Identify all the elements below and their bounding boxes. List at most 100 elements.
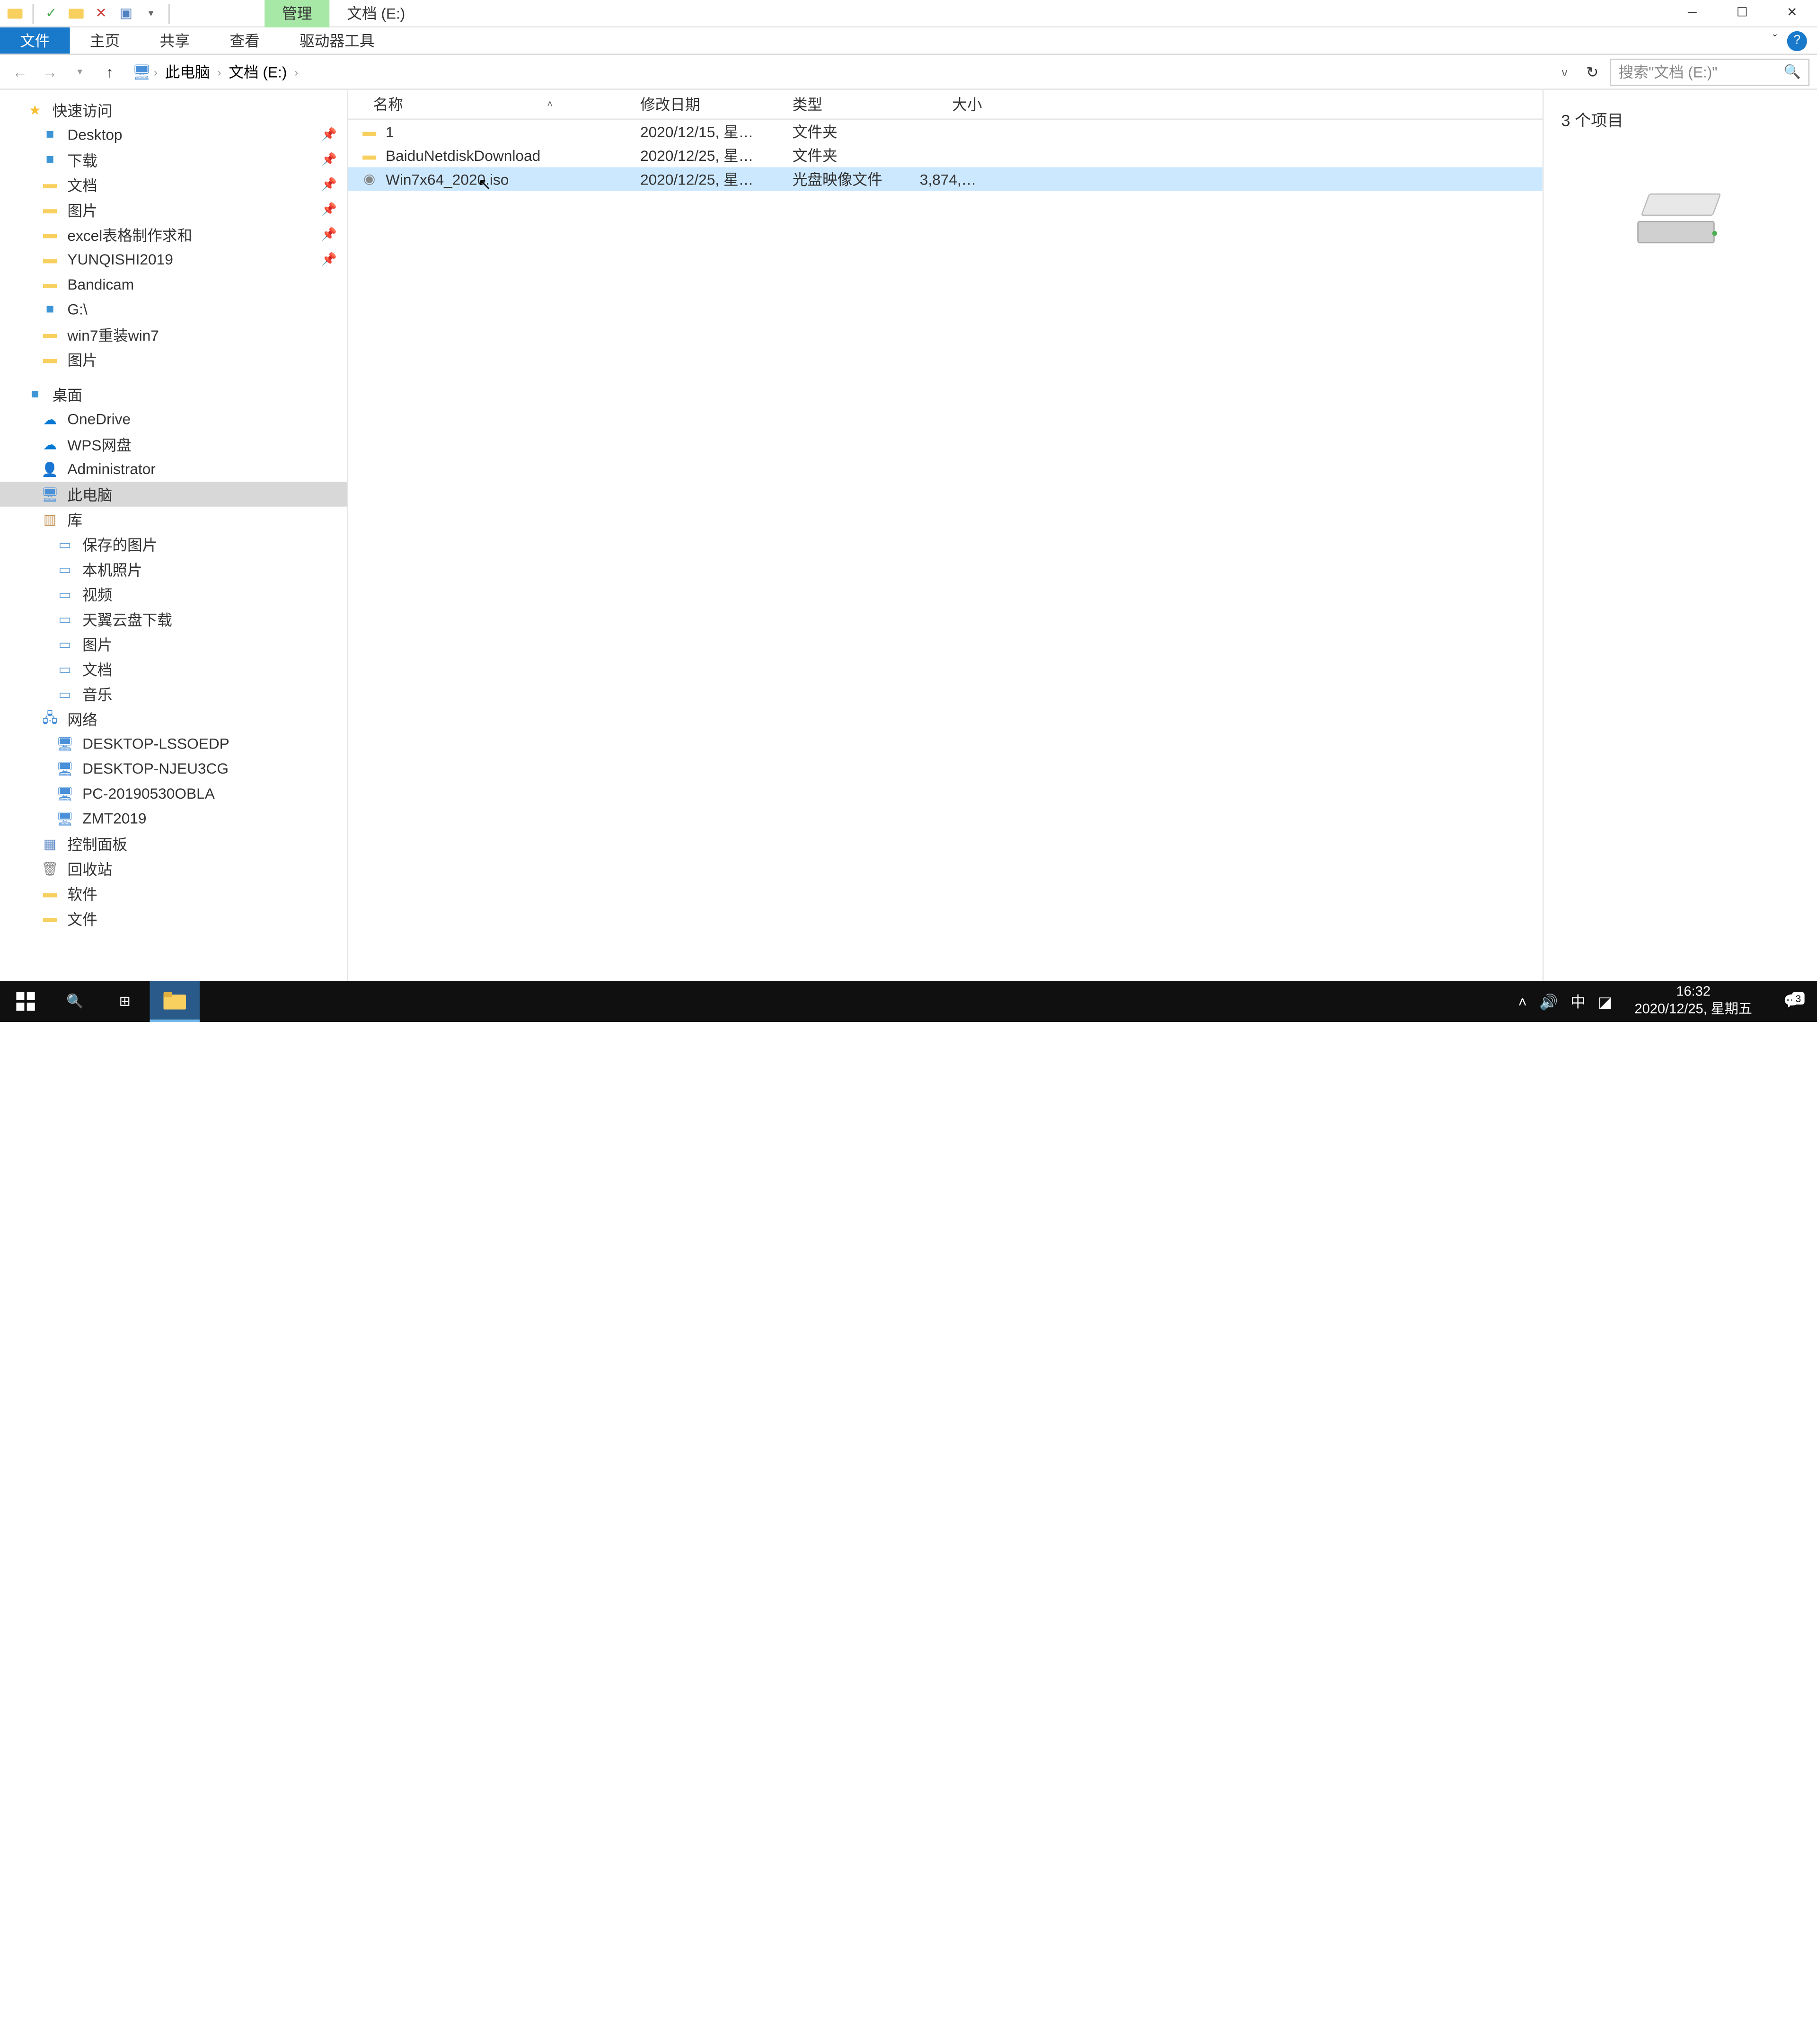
nav-desktop[interactable]: ■桌面 bbox=[0, 382, 347, 407]
delete-icon[interactable]: ✕ bbox=[91, 3, 111, 23]
nav-wps[interactable]: ☁WPS网盘 bbox=[0, 432, 347, 457]
search-icon[interactable]: 🔍 bbox=[1784, 64, 1801, 80]
pin-icon: 📌 bbox=[321, 128, 337, 141]
file-row[interactable]: ▬BaiduNetdiskDownload2020/12/25, 星期五 1..… bbox=[348, 143, 1543, 167]
contextual-tab-manage[interactable]: 管理 bbox=[265, 0, 329, 27]
pin-icon: 📌 bbox=[321, 153, 337, 167]
preview-item-count: 3 个项目 bbox=[1561, 107, 1623, 131]
nav-libraries[interactable]: ▥库 bbox=[0, 507, 347, 532]
file-row[interactable]: ▬12020/12/15, 星期二 1...文件夹 bbox=[348, 120, 1543, 143]
crumb-chevron-icon[interactable]: › bbox=[218, 65, 221, 78]
library-item-icon: ▭ bbox=[55, 535, 75, 553]
sidebar-item[interactable]: ▭保存的图片 bbox=[0, 532, 347, 557]
pin-icon: 📌 bbox=[321, 178, 337, 192]
column-size[interactable]: 大小 bbox=[907, 94, 995, 115]
task-view-button[interactable]: ⊞ bbox=[100, 981, 150, 1022]
sidebar-item[interactable]: ▭图片 bbox=[0, 632, 347, 657]
close-button[interactable]: ✕ bbox=[1767, 0, 1817, 27]
new-folder-icon[interactable] bbox=[66, 3, 86, 23]
column-name[interactable]: 名称˄ bbox=[348, 94, 628, 115]
ribbon-tabs: 文件 主页 共享 查看 驱动器工具 ˇ ? bbox=[0, 27, 1817, 55]
column-date[interactable]: 修改日期 bbox=[628, 94, 780, 115]
app-icon[interactable] bbox=[5, 3, 25, 23]
sidebar-item[interactable]: ▭文档 bbox=[0, 656, 347, 681]
sidebar-item[interactable]: ▭视频 bbox=[0, 581, 347, 607]
sidebar-item[interactable]: ▬图片 bbox=[0, 347, 347, 372]
sidebar-item[interactable]: ▭天翼云盘下载 bbox=[0, 607, 347, 632]
nav-label: 下载 bbox=[67, 149, 97, 170]
rename-icon[interactable]: ▣ bbox=[116, 3, 136, 23]
address-dropdown-icon[interactable]: v bbox=[1554, 65, 1575, 78]
file-date: 2020/12/25, 星期五 1... bbox=[628, 168, 780, 190]
nav-network[interactable]: 🖧网络 bbox=[0, 706, 347, 731]
crumb-chevron-icon[interactable]: › bbox=[294, 65, 298, 78]
file-row[interactable]: ◉Win7x64_2020.iso2020/12/25, 星期五 1...光盘映… bbox=[348, 167, 1543, 191]
refresh-button[interactable]: ↻ bbox=[1580, 59, 1605, 84]
nav-this-pc[interactable]: 🖥此电脑 bbox=[0, 482, 347, 507]
sidebar-item[interactable]: 🖥DESKTOP-LSSOEDP bbox=[0, 731, 347, 756]
sidebar-item[interactable]: ▬excel表格制作求和📌 bbox=[0, 222, 347, 247]
sidebar-item[interactable]: ▬文档📌 bbox=[0, 172, 347, 197]
nav-label: 文件 bbox=[67, 908, 97, 929]
sidebar-item[interactable]: ▭本机照片 bbox=[0, 556, 347, 581]
up-button[interactable]: ↑ bbox=[97, 59, 123, 84]
sidebar-item[interactable]: 🖥PC-20190530OBLA bbox=[0, 781, 347, 806]
breadcrumb[interactable]: 🖥 › 此电脑 › 文档 (E:) › bbox=[127, 59, 1549, 85]
security-icon[interactable]: ◪ bbox=[1598, 993, 1612, 1010]
nav-software[interactable]: ▬软件 bbox=[0, 881, 347, 906]
forward-button[interactable]: → bbox=[37, 59, 62, 84]
minimize-button[interactable]: ─ bbox=[1667, 0, 1717, 27]
sidebar-item[interactable]: 🖥DESKTOP-NJEU3CG bbox=[0, 756, 347, 781]
computer-icon: 🖥 bbox=[55, 760, 75, 777]
nav-label: 音乐 bbox=[82, 683, 112, 705]
file-explorer-taskbar-button[interactable] bbox=[150, 981, 199, 1022]
nav-label: OneDrive bbox=[67, 411, 131, 428]
column-type[interactable]: 类型 bbox=[780, 94, 907, 115]
crumb-this-pc[interactable]: 此电脑 bbox=[160, 59, 215, 85]
tray-chevron-icon[interactable]: ˄ bbox=[1518, 993, 1527, 1010]
tab-share[interactable]: 共享 bbox=[140, 27, 210, 53]
properties-icon[interactable]: ✓ bbox=[41, 3, 61, 23]
window-controls: ─ ☐ ✕ bbox=[1667, 0, 1817, 27]
folder-icon: ▬ bbox=[40, 251, 60, 268]
library-item-icon: ▭ bbox=[55, 660, 75, 678]
search-button[interactable]: 🔍 bbox=[50, 981, 99, 1022]
maximize-button[interactable]: ☐ bbox=[1717, 0, 1767, 27]
tab-view[interactable]: 查看 bbox=[210, 27, 280, 53]
taskbar-clock[interactable]: 16:32 2020/12/25, 星期五 bbox=[1624, 985, 1762, 1018]
nav-administrator[interactable]: 👤Administrator bbox=[0, 457, 347, 482]
sidebar-item[interactable]: ■Desktop📌 bbox=[0, 122, 347, 147]
sidebar-item[interactable]: 🖥ZMT2019 bbox=[0, 806, 347, 831]
col-label: 名称 bbox=[373, 94, 403, 115]
ime-indicator[interactable]: 中 bbox=[1570, 991, 1586, 1012]
nav-quick-access[interactable]: ★快速访问 bbox=[0, 97, 347, 123]
nav-label: G:\ bbox=[67, 301, 87, 318]
library-item-icon: ▭ bbox=[55, 610, 75, 628]
qat-dropdown-icon[interactable]: ▾ bbox=[141, 3, 161, 23]
sidebar-item[interactable]: ▬图片📌 bbox=[0, 197, 347, 222]
nav-recycle-bin[interactable]: 🗑回收站 bbox=[0, 856, 347, 881]
search-input[interactable]: 搜索"文档 (E:)" 🔍 bbox=[1610, 58, 1809, 86]
sidebar-item[interactable]: ▬win7重装win7 bbox=[0, 322, 347, 347]
nav-files[interactable]: ▬文件 bbox=[0, 906, 347, 931]
tab-drive-tools[interactable]: 驱动器工具 bbox=[280, 27, 395, 53]
tab-home[interactable]: 主页 bbox=[70, 27, 140, 53]
help-icon[interactable]: ? bbox=[1787, 31, 1807, 51]
recent-dropdown[interactable]: ▾ bbox=[67, 59, 92, 84]
sidebar-item[interactable]: ■下载📌 bbox=[0, 147, 347, 172]
back-button[interactable]: ← bbox=[8, 59, 33, 84]
sidebar-item[interactable]: ▬YUNQISHI2019📌 bbox=[0, 247, 347, 272]
desktop-icon: ■ bbox=[25, 386, 45, 403]
crumb-chevron-icon[interactable]: › bbox=[154, 65, 158, 78]
nav-onedrive[interactable]: ☁OneDrive bbox=[0, 407, 347, 432]
sidebar-item[interactable]: ▬Bandicam bbox=[0, 272, 347, 297]
start-button[interactable] bbox=[0, 981, 50, 1022]
sidebar-item[interactable]: ▭音乐 bbox=[0, 681, 347, 706]
crumb-drive[interactable]: 文档 (E:) bbox=[224, 59, 292, 85]
nav-control-panel[interactable]: ▦控制面板 bbox=[0, 831, 347, 856]
action-center-button[interactable]: 💬3 bbox=[1774, 993, 1809, 1009]
volume-icon[interactable]: 🔊 bbox=[1539, 993, 1558, 1010]
sidebar-item[interactable]: ■G:\ bbox=[0, 297, 347, 322]
ribbon-expand-icon[interactable]: ˇ bbox=[1773, 34, 1777, 47]
tab-file[interactable]: 文件 bbox=[0, 27, 70, 53]
